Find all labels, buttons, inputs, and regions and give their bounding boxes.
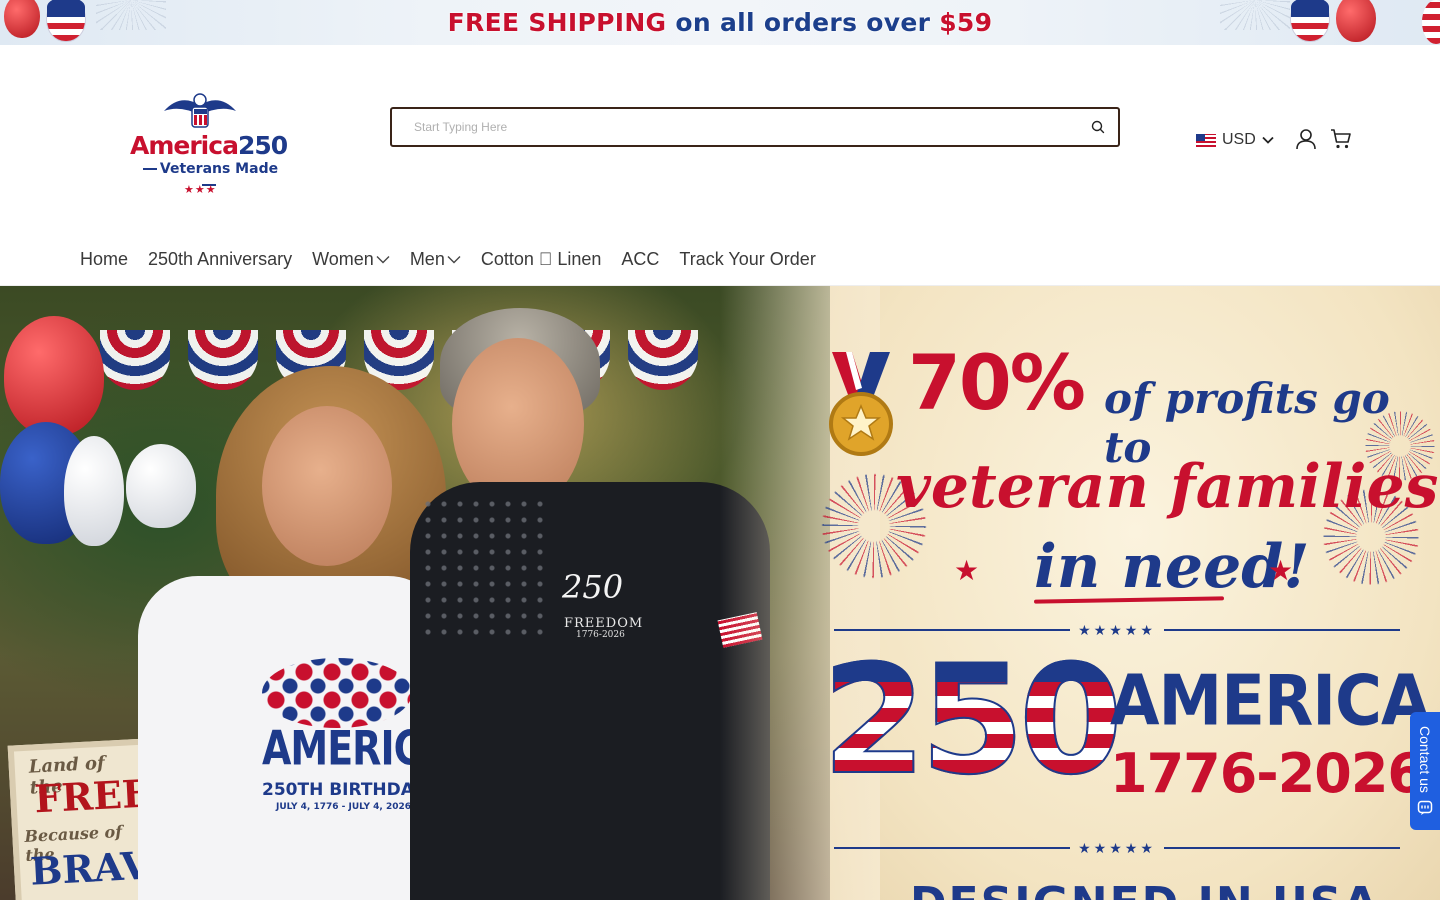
nav-label: 250th Anniversary xyxy=(148,248,293,269)
account-icon xyxy=(1296,129,1316,150)
contact-us-tab[interactable]: Contact us xyxy=(1410,712,1440,830)
hero-big-number: 250 xyxy=(821,634,1124,808)
hero-headline-number: 70% xyxy=(908,338,1086,427)
star-pattern xyxy=(420,496,550,636)
polo-graphic-dates: 1776-2026 xyxy=(576,630,625,640)
nav-item-women[interactable]: Women xyxy=(312,249,390,270)
tshirt-graphic-dates: JULY 4, 1776 - JULY 4, 2026 xyxy=(276,802,412,812)
nav-label: Track Your Order xyxy=(679,248,816,269)
flag-balloon-decoration xyxy=(46,0,86,42)
nav-item-cotton-linen[interactable]: Cotton   Linen xyxy=(481,249,602,270)
announcement-text: FREE SHIPPING on all orders over $59 xyxy=(448,8,993,37)
hero-designed-text: DESIGNED IN USA xyxy=(910,878,1379,900)
flag-balloon-decoration xyxy=(1422,0,1440,44)
currency-code: USD xyxy=(1222,131,1256,148)
nav-item-men[interactable]: Men xyxy=(410,249,461,270)
announcement-highlight: FREE SHIPPING xyxy=(447,8,667,37)
site-logo[interactable]: America250 Veterans Made ★★★ xyxy=(98,83,318,211)
sign-text: FREE xyxy=(33,770,152,822)
announcement-bar: FREE SHIPPING on all orders over $59 xyxy=(0,0,1440,45)
logo-wordmark: America250 xyxy=(130,131,288,160)
hero-years: 1776-2026 xyxy=(1110,742,1425,805)
search-bar xyxy=(390,107,1120,147)
hero-big-word: AMERICA xyxy=(1110,662,1431,742)
sign-decoration: Land of the FREE Because of the BRAVE xyxy=(7,738,180,900)
chevron-down-icon xyxy=(447,255,461,263)
nav-label: Women xyxy=(312,248,374,269)
bunting-decoration xyxy=(100,330,698,400)
logo-number: 250 xyxy=(237,131,288,160)
polo-graphic-word: FREEDOM xyxy=(564,616,644,631)
star-icon: ★ xyxy=(1268,555,1294,586)
balloon-decoration xyxy=(64,436,124,546)
nav-label: Men xyxy=(409,248,445,269)
hero-headline-text: veteran families xyxy=(896,452,1439,522)
us-flag-icon xyxy=(1196,133,1216,147)
announcement-amount: $59 xyxy=(939,8,993,37)
cart-icon xyxy=(1331,129,1351,149)
cart-button[interactable] xyxy=(1329,127,1353,151)
flag-balloon-decoration xyxy=(1290,0,1330,42)
balloon-decoration xyxy=(1336,0,1376,42)
person-face xyxy=(262,406,392,566)
nav-item-250th-anniversary[interactable]: 250th Anniversary xyxy=(148,249,292,270)
eagle-icon xyxy=(164,93,236,128)
star-icon: ★ xyxy=(954,555,980,586)
medal-icon xyxy=(829,352,893,456)
nav-item-track-order[interactable]: Track Your Order xyxy=(679,249,815,270)
stars-divider: ★★★★★ xyxy=(834,838,1401,858)
logo-word: America xyxy=(130,131,239,160)
tshirt-graphic-line: 250TH BIRTHDAY xyxy=(262,780,425,800)
nav-item-acc[interactable]: ACC xyxy=(621,249,659,270)
balloon-decoration xyxy=(4,316,104,436)
balloon-decoration xyxy=(4,0,40,38)
firework-decoration xyxy=(1220,0,1290,30)
polo-graphic-number: 250 xyxy=(562,568,624,606)
announcement-middle: on all orders over xyxy=(675,8,931,37)
nav-label: Cotton   Linen xyxy=(480,248,602,269)
chat-icon xyxy=(1417,801,1433,816)
contact-us-label: Contact us xyxy=(1417,725,1433,793)
hero-photo: Land of the FREE Because of the BRAVE AM… xyxy=(0,286,830,900)
nav-item-home[interactable]: Home xyxy=(80,249,128,270)
currency-selector[interactable]: USD xyxy=(1196,129,1274,151)
chevron-down-icon xyxy=(376,255,390,263)
firework-decoration xyxy=(96,0,166,30)
balloon-decoration xyxy=(126,444,196,528)
nav-label: ACC xyxy=(621,248,660,269)
account-button[interactable] xyxy=(1294,127,1318,151)
main-nav: Home 250th Anniversary Women Men Cotton … xyxy=(80,245,816,273)
stars-icon: ★★★ xyxy=(184,184,217,196)
search-input[interactable] xyxy=(392,109,1078,145)
hero-banner[interactable]: Land of the FREE Because of the BRAVE AM… xyxy=(0,286,1440,900)
flower-graphic xyxy=(262,658,412,728)
chevron-down-icon xyxy=(1262,136,1274,144)
search-button[interactable] xyxy=(1078,109,1118,145)
nav-label: Home xyxy=(80,248,129,269)
search-icon xyxy=(1091,120,1105,134)
